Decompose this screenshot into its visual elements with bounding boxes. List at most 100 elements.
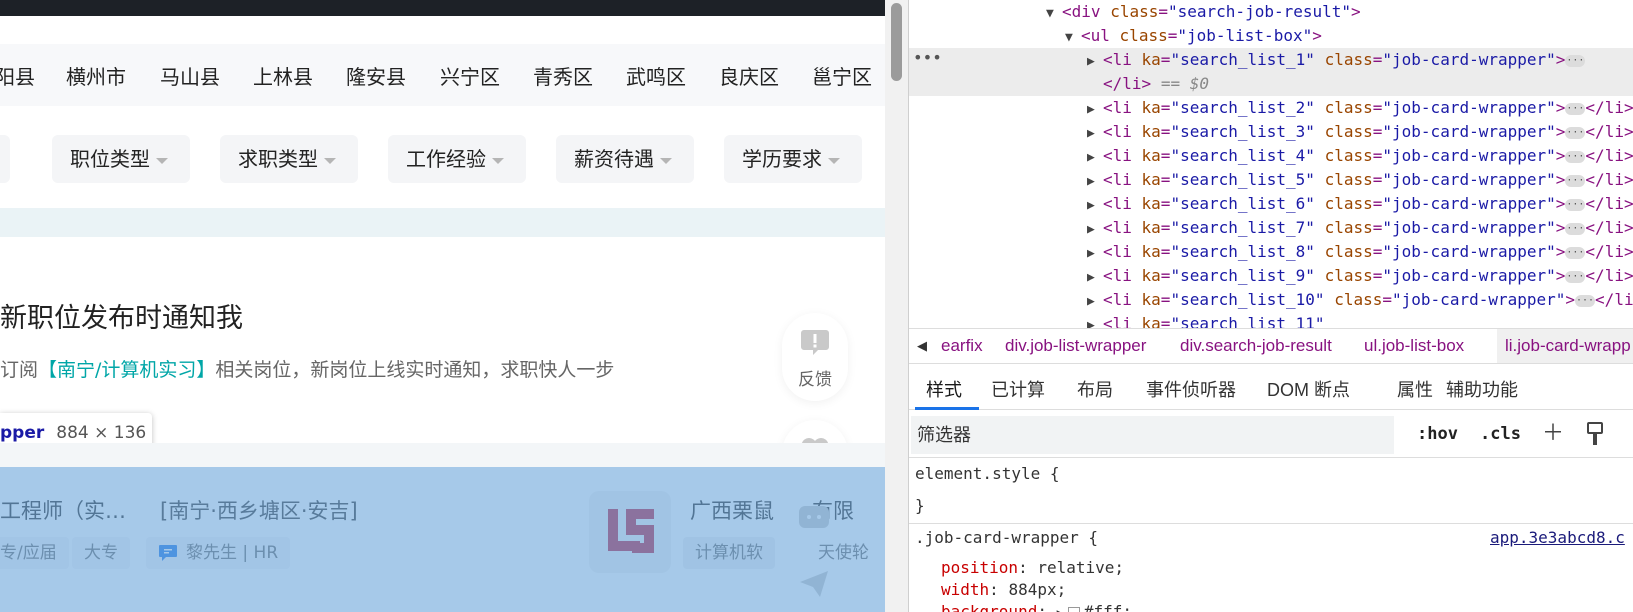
breadcrumb-item[interactable]: ul.job-list-box xyxy=(1364,329,1464,363)
color-swatch[interactable] xyxy=(1067,606,1080,612)
tab-dom-breakpoints[interactable]: DOM 断点 xyxy=(1267,376,1350,402)
dom-node-li-partial[interactable]: ▶ <li ka="search_list_11" xyxy=(909,312,1633,328)
element-style-selector[interactable]: element.style { xyxy=(915,464,1060,483)
dom-node-li[interactable]: ▶ <li ka="search_list_2" class="job-card-… xyxy=(909,96,1633,120)
tab-properties[interactable]: 属性 xyxy=(1397,376,1433,402)
district-item[interactable]: 上林县 xyxy=(253,61,313,90)
tab-styles[interactable]: 样式 xyxy=(926,376,962,402)
district-item[interactable]: 横州市 xyxy=(66,61,126,90)
dom-node-div[interactable]: ▼ <div class="search-job-result"> xyxy=(909,0,1633,24)
expand-arrow-open-icon[interactable]: ▼ xyxy=(1046,2,1062,26)
caret-down-icon xyxy=(828,157,840,164)
tab-layout[interactable]: 布局 xyxy=(1077,376,1113,402)
filter-experience[interactable]: 工作经验 xyxy=(388,135,526,183)
dom-node-ul[interactable]: ▼ <ul class="job-list-box"> xyxy=(909,24,1633,48)
hov-toggle[interactable]: :hov xyxy=(1417,424,1458,444)
dom-node-li-selected[interactable]: ▶ <li ka="search_list_1" class="job-card-… xyxy=(909,48,1633,96)
breadcrumb-item-selected[interactable]: li.job-card-wrapp xyxy=(1497,329,1633,363)
exclamation-icon xyxy=(801,330,829,355)
job-area: [南宁·西乡塘区·安吉] xyxy=(160,499,358,523)
caret-down-icon xyxy=(492,157,504,164)
filter-label: 薪资待遇 xyxy=(574,147,654,171)
district-item[interactable]: 隆安县 xyxy=(346,61,406,90)
dom-node-li[interactable]: ▶ <li ka="search_list_7" class="job-card-… xyxy=(909,216,1633,240)
caret-down-icon xyxy=(156,157,168,164)
more-options-icon[interactable]: ••• xyxy=(913,48,942,67)
job-tag: 大专 xyxy=(72,537,130,569)
scroll-left-icon[interactable]: ◀ xyxy=(917,329,927,363)
district-item[interactable]: 阳县 xyxy=(0,61,35,90)
page-scrollbar[interactable] xyxy=(885,0,908,612)
filter-seek-type[interactable]: 求职类型 xyxy=(220,135,358,183)
filter-salary[interactable]: 薪资待遇 xyxy=(556,135,694,183)
company-industry: 计算机软 xyxy=(683,537,775,569)
send-icon[interactable] xyxy=(798,569,830,599)
district-row: 阳县 横州市 马山县 上林县 隆安县 兴宁区 青秀区 武鸣区 良庆区 邕宁区 xyxy=(0,44,885,106)
rule-separator xyxy=(909,523,1633,524)
dom-node-li[interactable]: ▶ <li ka="search_list_10" class="job-card… xyxy=(909,288,1633,312)
breadcrumb-item[interactable]: earfix xyxy=(941,329,983,363)
hr-name: 黎先生 | HR xyxy=(186,543,279,563)
styles-rules: element.style { } .job-card-wrapper { ap… xyxy=(909,458,1633,612)
filter-label: 求职类型 xyxy=(238,147,318,171)
filter-job-type[interactable]: 职位类型 xyxy=(52,135,190,183)
expand-arrow-closed-icon[interactable]: ▶ xyxy=(1087,50,1103,74)
dom-node-li[interactable]: ▶ <li ka="search_list_6" class="job-card-… xyxy=(909,192,1633,216)
breadcrumb-item[interactable]: div.job-list-wrapper xyxy=(1005,329,1146,363)
filter-label: 工作经验 xyxy=(406,147,486,171)
feedback-button[interactable]: 反馈 xyxy=(782,313,848,401)
district-item[interactable]: 兴宁区 xyxy=(440,61,500,90)
notify-subscription-link[interactable]: 【南宁/计算机实习】 xyxy=(38,359,215,381)
dom-node-li[interactable]: ▶ <li ka="search_list_5" class="job-card-… xyxy=(909,168,1633,192)
job-title[interactable]: 工程师（实… xyxy=(0,495,126,525)
tab-event-listeners[interactable]: 事件侦听器 xyxy=(1146,376,1236,402)
district-item[interactable]: 邕宁区 xyxy=(812,61,872,90)
dom-node-li[interactable]: ▶ <li ka="search_list_4" class="job-card-… xyxy=(909,144,1633,168)
chat-bubble-icon[interactable] xyxy=(798,505,830,533)
job-tag: 专/应届 xyxy=(0,537,69,569)
rule-selector[interactable]: .job-card-wrapper { xyxy=(915,528,1098,547)
tab-computed[interactable]: 已计算 xyxy=(991,376,1045,402)
devtools-panel: ▼ <div class="search-job-result"> ▼ <ul cl… xyxy=(908,0,1633,612)
company-funding: 天使轮 xyxy=(818,543,869,563)
stylesheet-source-link[interactable]: app.3e3abcd8.c xyxy=(1490,528,1625,547)
filter-education[interactable]: 学历要求 xyxy=(724,135,862,183)
tooltip-element-size: 884 × 136 xyxy=(56,423,147,443)
caret-down-icon xyxy=(660,157,672,164)
separator-strip xyxy=(0,443,885,467)
css-declaration[interactable]: background: ▶#fff; xyxy=(941,602,1132,612)
district-item[interactable]: 马山县 xyxy=(160,61,220,90)
breadcrumb-item[interactable]: div.search-job-result xyxy=(1180,329,1332,363)
scrollbar-thumb[interactable] xyxy=(891,3,902,81)
panel-tabs: 样式 已计算 布局 事件侦听器 DOM 断点 属性 辅助功能 xyxy=(909,364,1633,410)
styles-filter-input[interactable] xyxy=(911,416,1394,454)
filter-dropdown-partial[interactable] xyxy=(0,135,10,183)
css-declaration[interactable]: width: 884px; xyxy=(941,580,1066,599)
top-bar xyxy=(0,0,885,16)
notify-description: 订阅【南宁/计算机实习】相关岗位，新岗位上线实时通知，求职快人一步 xyxy=(0,359,615,381)
expand-arrow-open-icon[interactable]: ▼ xyxy=(1065,26,1081,50)
district-item[interactable]: 武鸣区 xyxy=(626,61,686,90)
paint-brush-icon[interactable] xyxy=(1581,420,1609,448)
css-declaration[interactable]: position: relative; xyxy=(941,558,1124,577)
ellipsis-badge[interactable]: ··· xyxy=(1565,54,1586,67)
dom-node-li[interactable]: ▶ <li ka="search_list_9" class="job-card-… xyxy=(909,264,1633,288)
breadcrumb: ◀ earfix div.job-list-wrapper div.search… xyxy=(909,328,1633,364)
tooltip-element-name: pper xyxy=(0,423,45,443)
district-item[interactable]: 良庆区 xyxy=(719,61,779,90)
dom-node-li[interactable]: ▶ <li ka="search_list_3" class="job-card-… xyxy=(909,120,1633,144)
add-rule-icon[interactable]: ＋ xyxy=(1539,420,1567,448)
dom-node-li[interactable]: ▶ <li ka="search_list_8" class="job-card-… xyxy=(909,240,1633,264)
notify-title: 新职位发布时通知我 xyxy=(0,303,243,334)
hr-contact[interactable]: 黎先生 | HR xyxy=(146,537,291,569)
tab-accessibility[interactable]: 辅助功能 xyxy=(1446,376,1518,402)
company-logo[interactable] xyxy=(589,491,671,573)
district-item[interactable]: 青秀区 xyxy=(533,61,593,90)
filter-label: 职位类型 xyxy=(70,147,150,171)
filter-label: 学历要求 xyxy=(742,147,822,171)
tint-band xyxy=(0,208,885,237)
web-page: 阳县 横州市 马山县 上林县 隆安县 兴宁区 青秀区 武鸣区 良庆区 邕宁区 职… xyxy=(0,0,908,612)
job-card[interactable]: 工程师（实… [南宁·西乡塘区·安吉] 专/应届 大专 黎先生 | HR 广西栗… xyxy=(0,467,908,612)
cls-toggle[interactable]: .cls xyxy=(1480,424,1521,444)
chat-icon xyxy=(159,545,177,561)
